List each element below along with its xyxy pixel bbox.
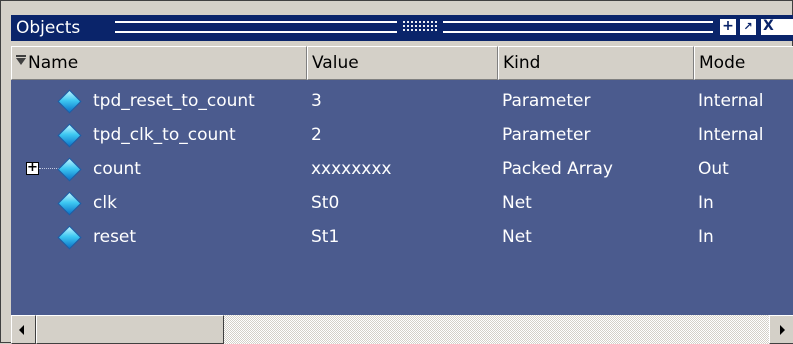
undock-button[interactable]: ↗ — [740, 19, 756, 35]
table-row[interactable]: clk St0 Net In — [11, 186, 793, 220]
column-header-value[interactable]: Value — [307, 46, 498, 80]
row-value: 3 — [311, 91, 322, 111]
row-name: reset — [93, 227, 137, 247]
column-header-value-label: Value — [312, 53, 359, 73]
window-title: Objects — [16, 18, 81, 38]
row-kind: Net — [502, 193, 532, 213]
drag-handle[interactable] — [402, 20, 438, 33]
expand-icon[interactable]: + — [26, 161, 39, 175]
column-header-kind-label: Kind — [503, 53, 541, 73]
diamond-icon — [57, 191, 82, 216]
row-mode: In — [698, 227, 714, 247]
row-mode: Out — [698, 159, 729, 179]
row-name: clk — [93, 193, 117, 213]
dock-button[interactable]: + — [720, 19, 736, 35]
scroll-left-button[interactable] — [11, 315, 36, 344]
row-value: xxxxxxxx — [311, 159, 392, 179]
row-name: tpd_reset_to_count — [93, 91, 255, 111]
column-header: Name Value Kind Mode — [11, 46, 793, 80]
objects-window: Objects + ↗ X Name Value Kind Mode tpd_r… — [0, 0, 793, 344]
horizontal-scrollbar[interactable] — [11, 315, 793, 344]
scroll-right-button[interactable] — [769, 315, 793, 344]
row-value: St0 — [311, 193, 340, 213]
sort-icon — [16, 55, 26, 65]
table-row[interactable]: reset St1 Net In — [11, 220, 793, 254]
scrollbar-thumb[interactable] — [36, 315, 224, 344]
titlebar-grip-right — [443, 21, 713, 33]
column-header-name[interactable]: Name — [11, 46, 307, 80]
column-header-mode[interactable]: Mode — [694, 46, 793, 80]
row-mode: Internal — [698, 91, 764, 111]
row-mode: In — [698, 193, 714, 213]
row-name: count — [93, 159, 141, 179]
row-kind: Parameter — [502, 125, 591, 145]
row-name: tpd_clk_to_count — [93, 125, 236, 145]
column-header-mode-label: Mode — [699, 53, 746, 73]
table-row[interactable]: tpd_reset_to_count 3 Parameter Internal — [11, 84, 793, 118]
diamond-icon — [57, 89, 82, 114]
diamond-icon — [57, 225, 82, 250]
arrow-left-icon — [19, 325, 24, 335]
row-kind: Net — [502, 227, 532, 247]
diamond-icon — [57, 157, 82, 182]
close-button[interactable]: X — [761, 19, 793, 35]
table-row[interactable]: + count xxxxxxxx Packed Array Out — [11, 152, 793, 186]
row-mode: Internal — [698, 125, 764, 145]
row-kind: Packed Array — [502, 159, 613, 179]
row-kind: Parameter — [502, 91, 591, 111]
column-header-kind[interactable]: Kind — [498, 46, 694, 80]
titlebar-grip-left — [115, 21, 397, 33]
table-row[interactable]: tpd_clk_to_count 2 Parameter Internal — [11, 118, 793, 152]
row-value: St1 — [311, 227, 340, 247]
column-header-name-label: Name — [28, 53, 79, 73]
row-value: 2 — [311, 125, 322, 145]
objects-list: tpd_reset_to_count 3 Parameter Internal … — [11, 80, 793, 315]
arrow-right-icon — [780, 325, 785, 335]
window-titlebar[interactable]: Objects + ↗ X — [11, 15, 793, 41]
diamond-icon — [57, 123, 82, 148]
